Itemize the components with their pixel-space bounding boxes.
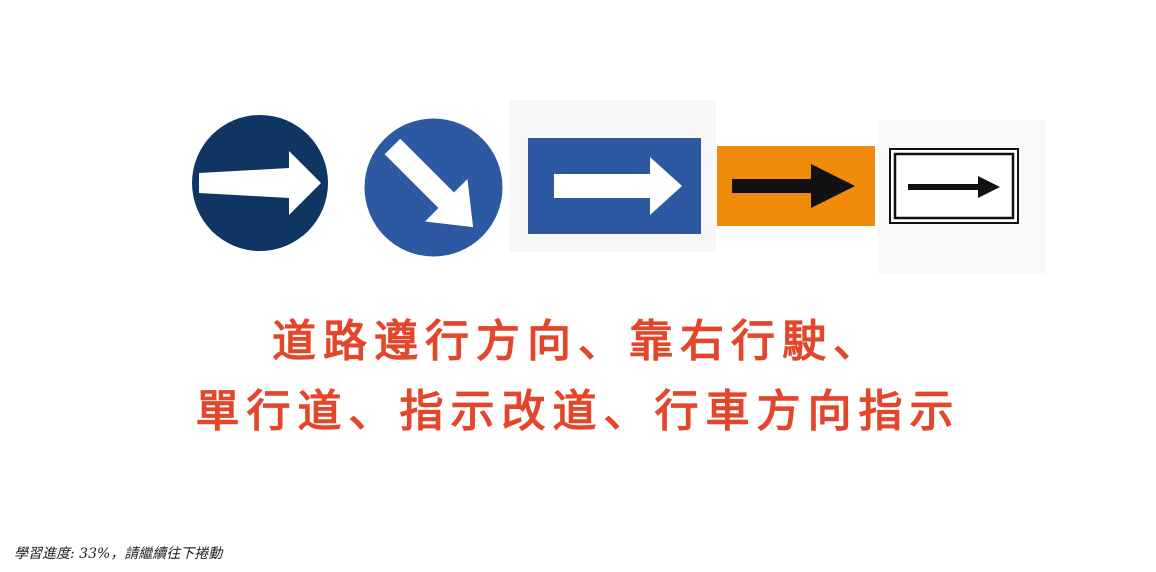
keep-right-arrow-icon [192,115,328,251]
direction-sign [878,120,1045,274]
detour-sign [717,146,875,226]
progress-note: 學習進度: 33%，請繼續往下捲動 [14,546,223,562]
detour-arrow-icon [717,146,875,226]
keep-right-diagonal-sign [362,117,505,258]
keep-right-diagonal-arrow-icon [364,118,503,257]
headline-line-1: 道路遵行方向、靠右行駛、 [272,316,884,367]
one-way-arrow-icon [510,100,716,252]
direction-arrow-icon [878,120,1045,274]
keep-right-sign [189,113,331,253]
headline-line-2: 單行道、指示改道、行車方向指示 [195,386,961,437]
one-way-sign [510,100,716,252]
